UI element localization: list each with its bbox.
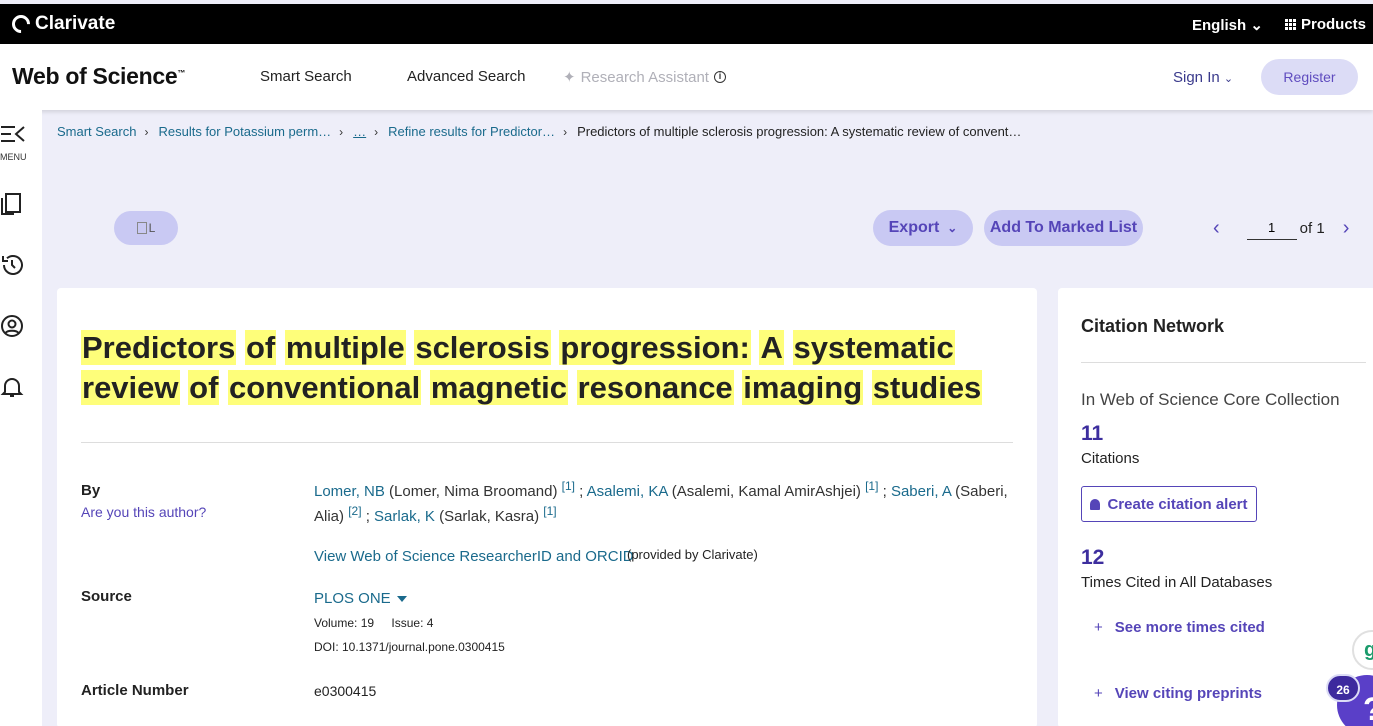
researcher-id-note: (provided by Clarivate) <box>627 547 758 562</box>
breadcrumb-results[interactable]: Results for Potassium perm… <box>158 124 331 139</box>
title-divider <box>81 442 1013 443</box>
chevron-right-icon: › <box>374 124 379 139</box>
article-number: e0300415 <box>314 683 377 699</box>
breadcrumb-smart-search[interactable]: Smart Search <box>57 124 136 139</box>
add-to-marked-list-button[interactable]: Add To Marked List <box>984 210 1143 246</box>
register-button[interactable]: Register <box>1261 59 1358 95</box>
left-rail: MENU <box>0 110 42 726</box>
breadcrumb-current: Predictors of multiple sclerosis progres… <box>577 124 1022 139</box>
chevron-left-icon[interactable]: ‹ <box>1213 217 1220 240</box>
record-pager: ‹ of 1 › <box>1213 216 1349 240</box>
clarivate-logo-icon <box>8 11 34 37</box>
bell-icon <box>1090 498 1101 510</box>
affiliation-ref[interactable]: [1] <box>562 479 575 493</box>
export-button[interactable]: Export ⌄ <box>873 210 973 246</box>
citations-label: Citations <box>1081 450 1140 467</box>
plus-icon: + <box>1094 685 1103 702</box>
times-cited-count[interactable]: 12 <box>1081 546 1104 570</box>
volume-issue: Volume: 19 Issue: 4 <box>314 616 434 630</box>
article-number-label: Article Number <box>81 682 189 699</box>
author-link[interactable]: Asalemi, KA <box>587 483 668 500</box>
view-citing-preprints-link[interactable]: + View citing preprints <box>1094 685 1262 702</box>
chevron-right-icon: › <box>339 124 344 139</box>
nav-research-assistant[interactable]: ✦ Research Assistant i <box>563 68 726 86</box>
see-more-times-cited-link[interactable]: + See more times cited <box>1094 619 1265 636</box>
author-link[interactable]: Lomer, NB <box>314 483 385 500</box>
sign-in-menu[interactable]: Sign In ⌄ <box>1173 69 1233 86</box>
nav-advanced-search[interactable]: Advanced Search <box>407 68 525 85</box>
bell-icon[interactable] <box>0 375 24 399</box>
nav-smart-search[interactable]: Smart Search <box>260 68 352 85</box>
marked-list-icon[interactable] <box>0 192 24 216</box>
notification-badge[interactable]: 26 <box>1326 674 1360 702</box>
source-label: Source <box>81 588 132 605</box>
citation-divider <box>1081 362 1366 363</box>
grid-icon <box>1285 19 1296 30</box>
citations-count[interactable]: 11 <box>1081 422 1103 446</box>
sparkle-icon: ✦ <box>563 69 576 86</box>
author-list: Lomer, NB (Lomer, Nima Broomand) [1] ; A… <box>314 479 1008 525</box>
chevron-down-icon: ⌄ <box>947 221 958 235</box>
breadcrumb-ellipsis[interactable]: … <box>353 124 366 139</box>
author-link[interactable]: Sarlak, K <box>374 508 435 525</box>
breadcrumb-refine[interactable]: Refine results for Predictor… <box>388 124 555 139</box>
citation-network-card: Citation Network In Web of Science Core … <box>1058 288 1373 726</box>
full-text-link-button[interactable]: L <box>114 211 178 245</box>
plus-icon: + <box>1094 619 1103 636</box>
web-of-science-logo[interactable]: Web of Science™ <box>12 63 185 90</box>
affiliation-ref[interactable]: [2] <box>348 504 361 518</box>
chevron-right-icon: › <box>563 124 568 139</box>
affiliation-ref[interactable]: [1] <box>865 479 878 493</box>
page-number-input[interactable] <box>1246 216 1297 240</box>
citation-network-title: Citation Network <box>1081 316 1225 336</box>
main-navbar: Web of Science™ Smart Search Advanced Se… <box>0 44 1373 110</box>
chevron-right-icon: › <box>144 124 149 139</box>
core-collection-label: In Web of Science Core Collection <box>1081 390 1340 409</box>
chevron-right-icon[interactable]: › <box>1343 217 1350 240</box>
affiliation-ref[interactable]: [1] <box>543 504 556 518</box>
language-selector[interactable]: English ⌄ <box>1192 16 1263 34</box>
are-you-this-author-link[interactable]: Are you this author? <box>81 504 206 520</box>
journal-dropdown[interactable]: PLOS ONE <box>314 590 407 607</box>
profile-icon[interactable] <box>0 314 24 338</box>
menu-label: MENU <box>0 152 27 162</box>
by-label: By <box>81 482 101 499</box>
chevron-down-icon: ⌄ <box>1250 17 1263 34</box>
researcher-id-link[interactable]: View Web of Science ResearcherID and ORC… <box>314 548 634 565</box>
history-icon[interactable] <box>0 253 24 277</box>
products-menu[interactable]: Products <box>1285 16 1366 33</box>
author-link[interactable]: Saberi, A <box>891 483 951 500</box>
info-icon[interactable]: i <box>713 71 726 83</box>
times-cited-label: Times Cited in All Databases <box>1081 574 1273 591</box>
clarivate-topbar: Clarivate English ⌄ Products <box>0 4 1373 44</box>
breadcrumb: Smart Search › Results for Potassium per… <box>57 124 1021 139</box>
caret-down-icon <box>396 595 407 602</box>
page-count: of 1 <box>1299 219 1325 237</box>
chevron-down-icon: ⌄ <box>1223 73 1234 85</box>
clarivate-logo[interactable]: Clarivate <box>8 11 115 37</box>
menu-icon[interactable] <box>0 124 25 148</box>
broken-image-icon <box>136 222 147 234</box>
record-title: Predictors of multiple sclerosis progres… <box>81 330 983 405</box>
doi: DOI: 10.1371/journal.pone.0300415 <box>314 640 505 654</box>
create-citation-alert-button[interactable]: Create citation alert <box>1081 486 1257 522</box>
record-card: Predictors of multiple sclerosis progres… <box>57 288 1037 726</box>
